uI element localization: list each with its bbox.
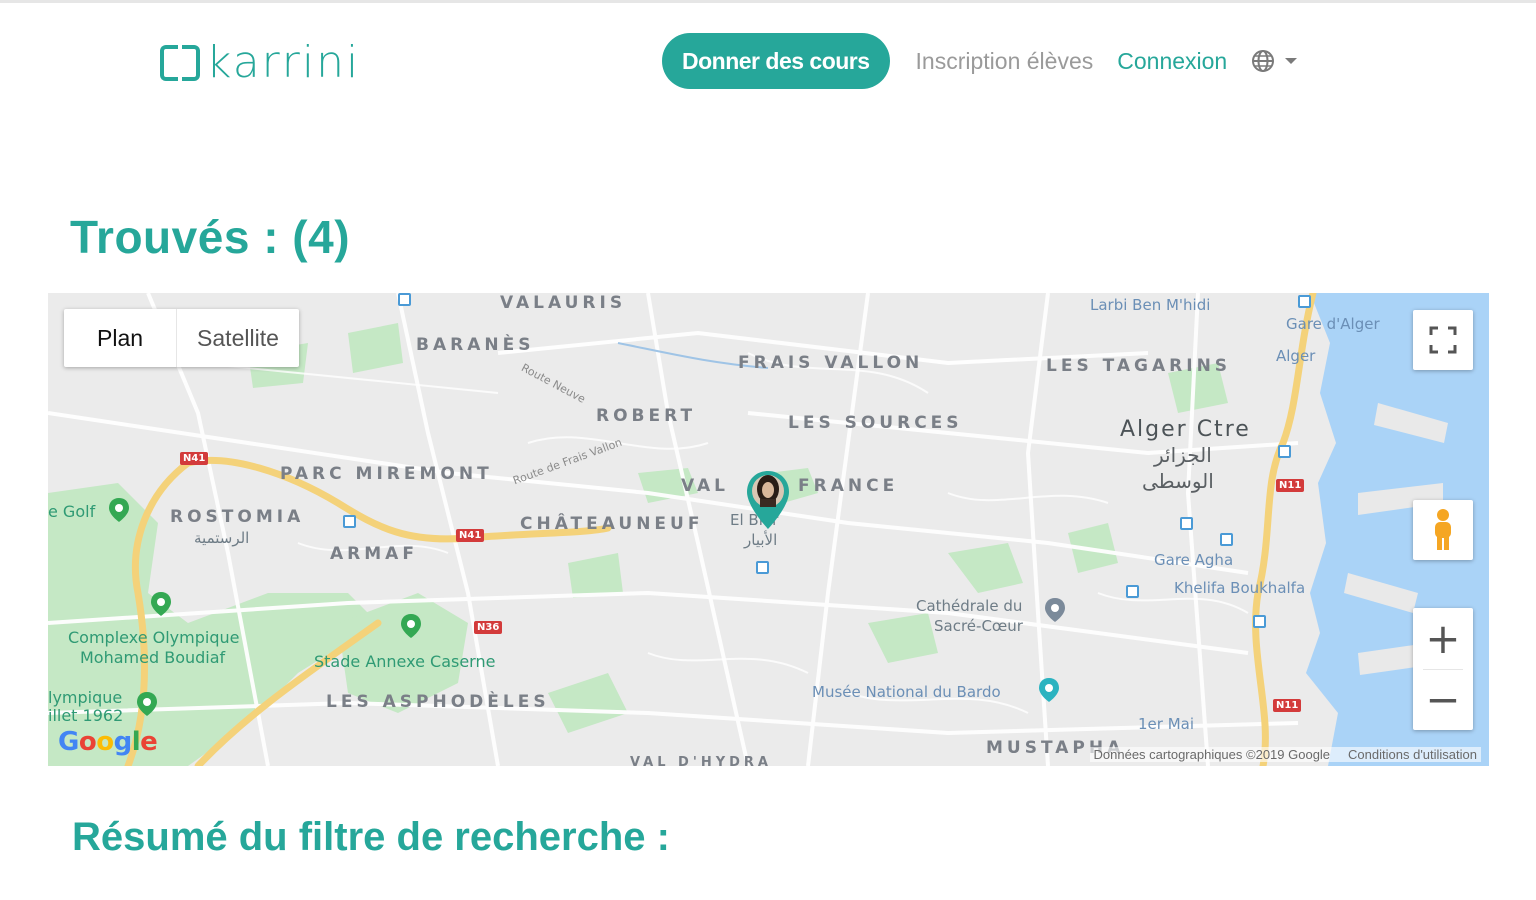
fullscreen-button[interactable] bbox=[1413, 310, 1473, 370]
district-label: VAL bbox=[681, 476, 729, 496]
church-pin-icon bbox=[1045, 598, 1065, 622]
park-pin-icon bbox=[137, 692, 157, 716]
poi-label: lympique bbox=[48, 688, 123, 707]
road-shield: N41 bbox=[180, 452, 209, 465]
logo-mark-icon bbox=[160, 45, 200, 81]
city-label-arabic: الجزائر bbox=[1154, 443, 1212, 467]
login-link[interactable]: Connexion bbox=[1117, 48, 1227, 75]
poi-label: illet 1962 bbox=[48, 706, 124, 725]
map-attribution: Données cartographiques ©2019 Google Con… bbox=[1089, 747, 1481, 762]
poi-label: Gare Agha bbox=[1154, 551, 1234, 569]
poi-label: Cathédrale du bbox=[916, 597, 1023, 615]
city-label: Alger Ctre bbox=[1120, 417, 1251, 442]
district-label: LES ASPHODÈLES bbox=[326, 692, 550, 712]
road-shield: N41 bbox=[456, 529, 485, 542]
map-data-credit: Données cartographiques ©2019 Google bbox=[1093, 747, 1331, 762]
fullscreen-icon bbox=[1429, 326, 1457, 354]
chevron-down-icon bbox=[1285, 58, 1298, 64]
poi-label: e Golf bbox=[48, 502, 96, 521]
map-type-satellite-button[interactable]: Satellite bbox=[177, 309, 299, 367]
map-type-plan-button[interactable]: Plan bbox=[64, 309, 178, 367]
district-label: BARANÈS bbox=[416, 335, 535, 355]
road-shield: N11 bbox=[1273, 699, 1302, 712]
zoom-control: + − bbox=[1413, 608, 1473, 730]
give-courses-button[interactable]: Donner des cours bbox=[662, 33, 890, 89]
district-label: FRANCE bbox=[798, 476, 899, 496]
district-label: CHÂTEAUNEUF bbox=[520, 514, 704, 534]
poi-label: Larbi Ben M'hidi bbox=[1090, 296, 1211, 314]
poi-label: Complexe Olympique bbox=[68, 628, 240, 647]
poi-label: Musée National du Bardo bbox=[812, 683, 1001, 701]
globe-icon bbox=[1252, 50, 1275, 72]
poi-label: 1er Mai bbox=[1138, 715, 1195, 733]
poi-label: Khelifa Boukhalfa bbox=[1174, 579, 1306, 597]
park-pin-icon bbox=[401, 614, 421, 638]
metro-icon bbox=[1220, 533, 1233, 546]
results-count-heading: Trouvés : (4) bbox=[70, 211, 351, 263]
main-nav: Donner des cours Inscription élèves Conn… bbox=[662, 32, 1298, 90]
poi-label: Gare d'Alger bbox=[1286, 315, 1380, 333]
district-label: ARMAF bbox=[330, 544, 418, 564]
poi-label: Stade Annexe Caserne bbox=[314, 652, 496, 671]
zoom-out-button[interactable]: − bbox=[1413, 669, 1473, 730]
town-label-arabic: الأبيار bbox=[744, 531, 778, 549]
museum-pin-icon bbox=[1039, 678, 1059, 702]
city-label-arabic: الوسطى bbox=[1142, 469, 1214, 493]
top-border bbox=[0, 0, 1536, 3]
district-label: LES SOURCES bbox=[788, 413, 963, 433]
tutor-location-marker[interactable] bbox=[744, 469, 792, 531]
metro-icon bbox=[1253, 615, 1266, 628]
district-label: LES TAGARINS bbox=[1046, 356, 1232, 376]
search-filter-summary-heading: Résumé du filtre de recherche : bbox=[72, 815, 670, 859]
metro-icon bbox=[1278, 445, 1291, 458]
district-label: VAL D'HYDRA bbox=[630, 755, 772, 766]
poi-label: Mohamed Boudiaf bbox=[80, 648, 226, 667]
road-shield: N11 bbox=[1276, 479, 1305, 492]
district-label: ROSTOMIA bbox=[170, 507, 305, 527]
district-label: FRAIS VALLON bbox=[738, 353, 924, 373]
zoom-in-button[interactable]: + bbox=[1413, 608, 1473, 669]
map-type-control: Plan Satellite bbox=[64, 309, 299, 367]
poi-label: Sacré-Cœur bbox=[934, 617, 1023, 635]
language-dropdown[interactable] bbox=[1251, 49, 1298, 73]
terms-link[interactable]: Conditions d'utilisation bbox=[1348, 747, 1477, 762]
district-label: VALAURIS bbox=[500, 293, 627, 313]
park-pin-icon bbox=[109, 498, 129, 522]
district-label: ROBERT bbox=[596, 406, 697, 426]
metro-icon bbox=[1298, 295, 1311, 308]
park-pin-icon bbox=[151, 592, 171, 616]
street-view-pegman[interactable] bbox=[1413, 500, 1473, 560]
road-shield: N36 bbox=[474, 621, 503, 634]
google-logo[interactable]: Google bbox=[58, 727, 158, 757]
district-label: PARC MIREMONT bbox=[280, 464, 493, 484]
pegman-icon bbox=[1435, 509, 1451, 550]
results-map[interactable]: VALAURIS BARANÈS FRAIS VALLON LES TAGARI… bbox=[48, 293, 1489, 766]
metro-icon bbox=[756, 561, 769, 574]
metro-icon bbox=[1180, 517, 1193, 530]
district-label-arabic: الرستمية bbox=[194, 529, 250, 547]
student-signup-link[interactable]: Inscription élèves bbox=[916, 48, 1094, 75]
metro-icon bbox=[1126, 585, 1139, 598]
karrini-logo[interactable]: karrini bbox=[160, 38, 360, 88]
metro-icon bbox=[398, 293, 411, 306]
logo-text: karrini bbox=[206, 37, 361, 88]
poi-label: Alger bbox=[1276, 347, 1316, 365]
metro-icon bbox=[343, 515, 356, 528]
